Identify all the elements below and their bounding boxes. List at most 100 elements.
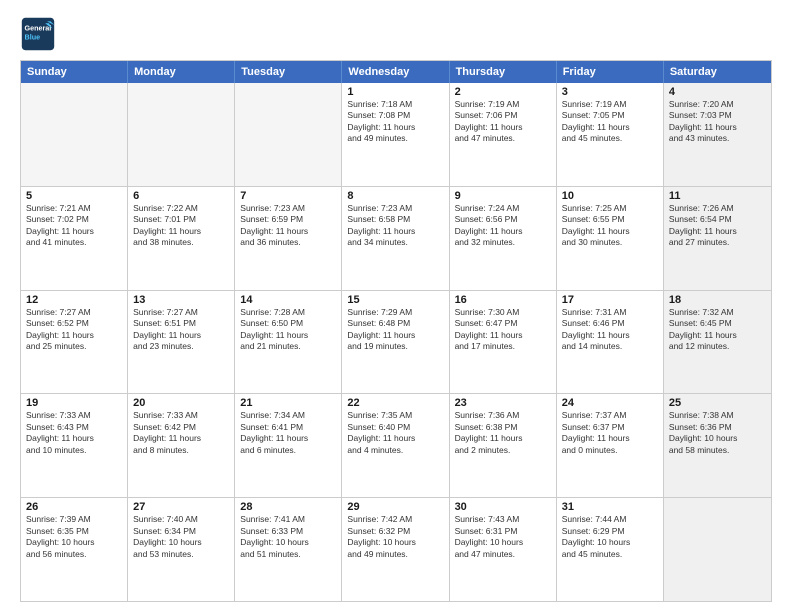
calendar-empty: [128, 83, 235, 186]
day-number: 18: [669, 294, 766, 306]
day-number: 21: [240, 397, 336, 409]
day-number: 14: [240, 294, 336, 306]
day-number: 26: [26, 501, 122, 513]
day-number: 16: [455, 294, 551, 306]
header-day-tuesday: Tuesday: [235, 61, 342, 83]
calendar-day-19: 19Sunrise: 7:33 AM Sunset: 6:43 PM Dayli…: [21, 394, 128, 497]
day-info: Sunrise: 7:19 AM Sunset: 7:06 PM Dayligh…: [455, 99, 551, 145]
day-info: Sunrise: 7:42 AM Sunset: 6:32 PM Dayligh…: [347, 514, 443, 560]
day-number: 15: [347, 294, 443, 306]
day-info: Sunrise: 7:29 AM Sunset: 6:48 PM Dayligh…: [347, 307, 443, 353]
day-info: Sunrise: 7:27 AM Sunset: 6:52 PM Dayligh…: [26, 307, 122, 353]
day-number: 17: [562, 294, 658, 306]
day-info: Sunrise: 7:32 AM Sunset: 6:45 PM Dayligh…: [669, 307, 766, 353]
calendar-day-4: 4Sunrise: 7:20 AM Sunset: 7:03 PM Daylig…: [664, 83, 771, 186]
header-day-thursday: Thursday: [450, 61, 557, 83]
calendar-empty: [21, 83, 128, 186]
calendar-day-8: 8Sunrise: 7:23 AM Sunset: 6:58 PM Daylig…: [342, 187, 449, 290]
day-info: Sunrise: 7:30 AM Sunset: 6:47 PM Dayligh…: [455, 307, 551, 353]
day-number: 29: [347, 501, 443, 513]
day-info: Sunrise: 7:33 AM Sunset: 6:43 PM Dayligh…: [26, 410, 122, 456]
calendar-day-9: 9Sunrise: 7:24 AM Sunset: 6:56 PM Daylig…: [450, 187, 557, 290]
header-day-saturday: Saturday: [664, 61, 771, 83]
day-info: Sunrise: 7:33 AM Sunset: 6:42 PM Dayligh…: [133, 410, 229, 456]
day-number: 3: [562, 86, 658, 98]
calendar-day-27: 27Sunrise: 7:40 AM Sunset: 6:34 PM Dayli…: [128, 498, 235, 601]
calendar: SundayMondayTuesdayWednesdayThursdayFrid…: [20, 60, 772, 602]
day-number: 12: [26, 294, 122, 306]
calendar-week-3: 12Sunrise: 7:27 AM Sunset: 6:52 PM Dayli…: [21, 291, 771, 395]
calendar-week-4: 19Sunrise: 7:33 AM Sunset: 6:43 PM Dayli…: [21, 394, 771, 498]
logo: General Blue: [20, 16, 60, 52]
header: General Blue: [20, 16, 772, 52]
day-info: Sunrise: 7:24 AM Sunset: 6:56 PM Dayligh…: [455, 203, 551, 249]
day-info: Sunrise: 7:41 AM Sunset: 6:33 PM Dayligh…: [240, 514, 336, 560]
calendar-day-15: 15Sunrise: 7:29 AM Sunset: 6:48 PM Dayli…: [342, 291, 449, 394]
day-info: Sunrise: 7:21 AM Sunset: 7:02 PM Dayligh…: [26, 203, 122, 249]
day-number: 22: [347, 397, 443, 409]
calendar-day-6: 6Sunrise: 7:22 AM Sunset: 7:01 PM Daylig…: [128, 187, 235, 290]
calendar-day-11: 11Sunrise: 7:26 AM Sunset: 6:54 PM Dayli…: [664, 187, 771, 290]
day-number: 9: [455, 190, 551, 202]
calendar-day-10: 10Sunrise: 7:25 AM Sunset: 6:55 PM Dayli…: [557, 187, 664, 290]
day-info: Sunrise: 7:22 AM Sunset: 7:01 PM Dayligh…: [133, 203, 229, 249]
calendar-day-2: 2Sunrise: 7:19 AM Sunset: 7:06 PM Daylig…: [450, 83, 557, 186]
day-number: 24: [562, 397, 658, 409]
day-info: Sunrise: 7:28 AM Sunset: 6:50 PM Dayligh…: [240, 307, 336, 353]
day-info: Sunrise: 7:37 AM Sunset: 6:37 PM Dayligh…: [562, 410, 658, 456]
calendar-day-22: 22Sunrise: 7:35 AM Sunset: 6:40 PM Dayli…: [342, 394, 449, 497]
calendar-day-26: 26Sunrise: 7:39 AM Sunset: 6:35 PM Dayli…: [21, 498, 128, 601]
calendar-day-28: 28Sunrise: 7:41 AM Sunset: 6:33 PM Dayli…: [235, 498, 342, 601]
day-info: Sunrise: 7:36 AM Sunset: 6:38 PM Dayligh…: [455, 410, 551, 456]
header-day-sunday: Sunday: [21, 61, 128, 83]
calendar-day-25: 25Sunrise: 7:38 AM Sunset: 6:36 PM Dayli…: [664, 394, 771, 497]
day-number: 2: [455, 86, 551, 98]
day-number: 11: [669, 190, 766, 202]
day-number: 20: [133, 397, 229, 409]
calendar-empty: [664, 498, 771, 601]
header-day-wednesday: Wednesday: [342, 61, 449, 83]
day-info: Sunrise: 7:43 AM Sunset: 6:31 PM Dayligh…: [455, 514, 551, 560]
calendar-day-12: 12Sunrise: 7:27 AM Sunset: 6:52 PM Dayli…: [21, 291, 128, 394]
calendar-day-31: 31Sunrise: 7:44 AM Sunset: 6:29 PM Dayli…: [557, 498, 664, 601]
calendar-header: SundayMondayTuesdayWednesdayThursdayFrid…: [21, 61, 771, 83]
calendar-day-16: 16Sunrise: 7:30 AM Sunset: 6:47 PM Dayli…: [450, 291, 557, 394]
calendar-week-2: 5Sunrise: 7:21 AM Sunset: 7:02 PM Daylig…: [21, 187, 771, 291]
day-number: 13: [133, 294, 229, 306]
header-day-friday: Friday: [557, 61, 664, 83]
calendar-day-29: 29Sunrise: 7:42 AM Sunset: 6:32 PM Dayli…: [342, 498, 449, 601]
svg-text:Blue: Blue: [25, 32, 41, 41]
calendar-day-17: 17Sunrise: 7:31 AM Sunset: 6:46 PM Dayli…: [557, 291, 664, 394]
calendar-day-5: 5Sunrise: 7:21 AM Sunset: 7:02 PM Daylig…: [21, 187, 128, 290]
day-number: 6: [133, 190, 229, 202]
day-info: Sunrise: 7:31 AM Sunset: 6:46 PM Dayligh…: [562, 307, 658, 353]
calendar-day-23: 23Sunrise: 7:36 AM Sunset: 6:38 PM Dayli…: [450, 394, 557, 497]
day-number: 23: [455, 397, 551, 409]
day-number: 31: [562, 501, 658, 513]
calendar-body: 1Sunrise: 7:18 AM Sunset: 7:08 PM Daylig…: [21, 83, 771, 601]
day-number: 8: [347, 190, 443, 202]
day-number: 10: [562, 190, 658, 202]
day-number: 5: [26, 190, 122, 202]
day-info: Sunrise: 7:34 AM Sunset: 6:41 PM Dayligh…: [240, 410, 336, 456]
day-info: Sunrise: 7:23 AM Sunset: 6:59 PM Dayligh…: [240, 203, 336, 249]
calendar-day-20: 20Sunrise: 7:33 AM Sunset: 6:42 PM Dayli…: [128, 394, 235, 497]
day-info: Sunrise: 7:38 AM Sunset: 6:36 PM Dayligh…: [669, 410, 766, 456]
svg-text:General: General: [25, 23, 52, 32]
day-info: Sunrise: 7:35 AM Sunset: 6:40 PM Dayligh…: [347, 410, 443, 456]
calendar-week-1: 1Sunrise: 7:18 AM Sunset: 7:08 PM Daylig…: [21, 83, 771, 187]
calendar-day-7: 7Sunrise: 7:23 AM Sunset: 6:59 PM Daylig…: [235, 187, 342, 290]
day-info: Sunrise: 7:26 AM Sunset: 6:54 PM Dayligh…: [669, 203, 766, 249]
day-number: 27: [133, 501, 229, 513]
day-info: Sunrise: 7:20 AM Sunset: 7:03 PM Dayligh…: [669, 99, 766, 145]
calendar-day-13: 13Sunrise: 7:27 AM Sunset: 6:51 PM Dayli…: [128, 291, 235, 394]
day-number: 25: [669, 397, 766, 409]
page: General Blue SundayMondayTuesdayWednesda…: [0, 0, 792, 612]
day-number: 4: [669, 86, 766, 98]
day-info: Sunrise: 7:27 AM Sunset: 6:51 PM Dayligh…: [133, 307, 229, 353]
calendar-day-14: 14Sunrise: 7:28 AM Sunset: 6:50 PM Dayli…: [235, 291, 342, 394]
day-info: Sunrise: 7:23 AM Sunset: 6:58 PM Dayligh…: [347, 203, 443, 249]
calendar-day-18: 18Sunrise: 7:32 AM Sunset: 6:45 PM Dayli…: [664, 291, 771, 394]
calendar-day-30: 30Sunrise: 7:43 AM Sunset: 6:31 PM Dayli…: [450, 498, 557, 601]
day-number: 30: [455, 501, 551, 513]
